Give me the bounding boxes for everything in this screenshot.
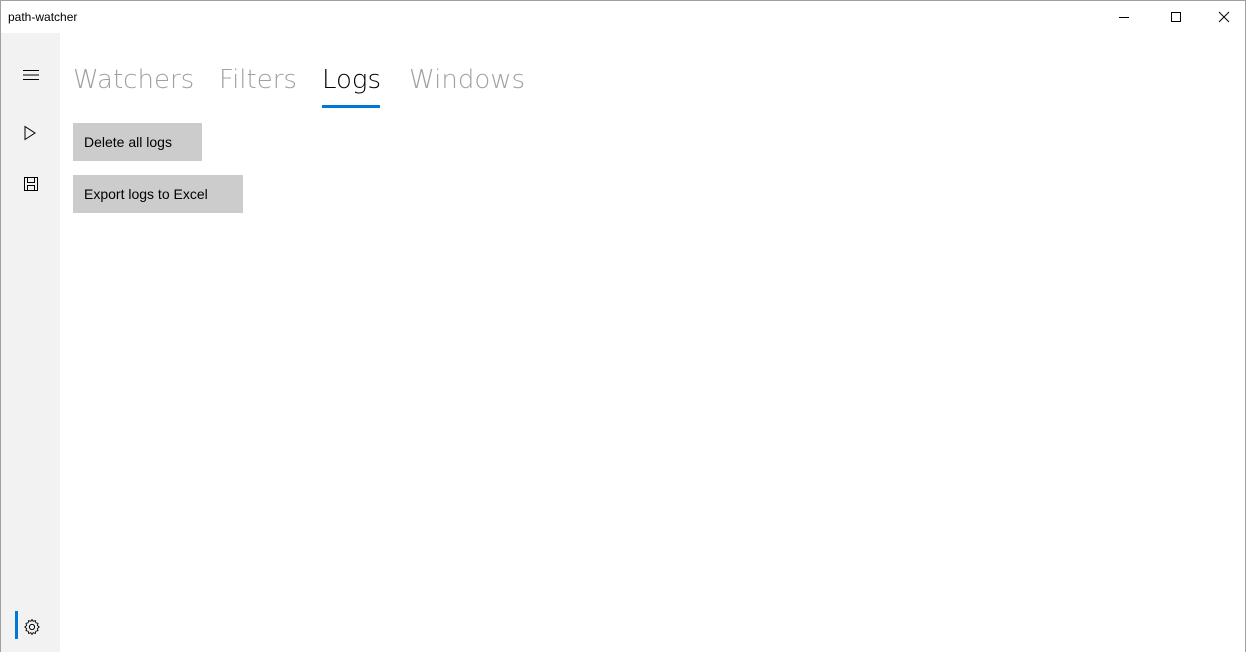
title-bar[interactable]: path-watcher xyxy=(1,1,1245,33)
export-logs-button[interactable]: Export logs to Excel xyxy=(73,175,243,213)
save-icon xyxy=(24,177,38,191)
nav-run-button[interactable] xyxy=(0,113,58,153)
minimize-button[interactable] xyxy=(1101,1,1147,33)
nav-save-button[interactable] xyxy=(0,164,58,204)
maximize-icon xyxy=(1171,12,1181,22)
play-icon xyxy=(24,125,36,141)
window-title: path-watcher xyxy=(8,10,78,24)
tab-logs[interactable]: Logs xyxy=(322,65,381,95)
gear-icon xyxy=(24,618,40,636)
navigation-pane xyxy=(1,33,60,652)
maximize-button[interactable] xyxy=(1153,1,1199,33)
tab-filters[interactable]: Filters xyxy=(219,65,297,95)
nav-menu-button[interactable] xyxy=(0,55,58,95)
tab-windows[interactable]: Windows xyxy=(409,65,525,95)
app-window: path-watcher Watchers Filters Logs Windo… xyxy=(0,0,1246,652)
hamburger-icon xyxy=(23,70,39,80)
minimize-icon xyxy=(1119,17,1129,18)
close-icon xyxy=(1218,11,1230,23)
delete-all-logs-button[interactable]: Delete all logs xyxy=(73,123,202,161)
active-tab-underline xyxy=(322,105,380,108)
tab-watchers[interactable]: Watchers xyxy=(73,65,194,95)
nav-settings-button[interactable] xyxy=(0,607,58,647)
close-button[interactable] xyxy=(1201,1,1246,33)
